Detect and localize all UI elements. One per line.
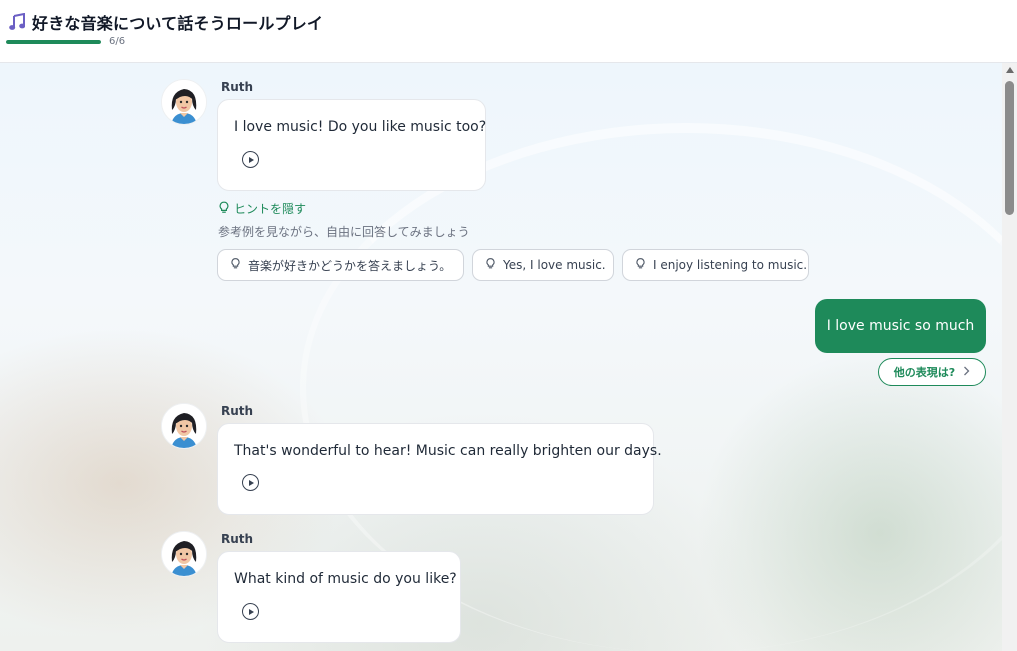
user-message-bubble: I love music so much — [815, 299, 986, 353]
hint-description: 参考例を見ながら、自由に回答してみましょう — [218, 225, 470, 239]
sender-name: Ruth — [221, 404, 254, 418]
scroll-thumb[interactable] — [1005, 81, 1014, 215]
play-audio-button[interactable] — [242, 474, 259, 491]
message-bubble: What kind of music do you like? — [217, 551, 461, 643]
chevron-right-icon — [963, 366, 970, 379]
lightbulb-icon — [230, 257, 241, 273]
ruth-avatar — [161, 531, 207, 577]
hide-hint-label: ヒントを隠す — [234, 202, 307, 216]
message-bubble: I love music! Do you like music too? — [217, 99, 486, 191]
play-audio-button[interactable] — [242, 151, 259, 168]
play-icon — [249, 479, 254, 486]
progress: 6/6 — [6, 36, 125, 47]
message-text: What kind of music do you like? — [234, 571, 457, 587]
message-text: That's wonderful to hear! Music can real… — [234, 443, 662, 459]
sender-name: Ruth — [221, 80, 254, 94]
sender-name: Ruth — [221, 532, 254, 546]
hint-chip[interactable]: I enjoy listening to music. — [622, 249, 809, 281]
hide-hint-toggle[interactable]: ヒントを隠す — [218, 200, 306, 217]
ruth-avatar — [161, 79, 207, 125]
lightbulb-icon — [485, 257, 496, 273]
hint-chip-label: Yes, I love music. — [503, 258, 606, 272]
chat-area[interactable]: Ruth I love music! Do you like music too… — [0, 63, 1002, 651]
title-row: 好きな音楽について話そうロールプレイ — [8, 10, 323, 34]
progress-bar-fill — [6, 39, 101, 44]
lightbulb-icon — [635, 257, 646, 273]
play-icon — [249, 156, 254, 163]
hint-chip[interactable]: Yes, I love music. — [472, 249, 614, 281]
hint-chip-label: 音楽が好きかどうかを答えましょう。 — [248, 258, 452, 273]
other-expressions-button[interactable]: 他の表現は? — [878, 358, 986, 386]
page-title: 好きな音楽について話そうロールプレイ — [32, 14, 324, 33]
progress-bar — [6, 39, 101, 44]
lightbulb-icon — [218, 201, 230, 217]
user-message-text: I love music so much — [826, 318, 975, 334]
play-audio-button[interactable] — [242, 603, 259, 620]
scroll-up-arrow-icon[interactable] — [1006, 67, 1014, 73]
message-bubble: That's wonderful to hear! Music can real… — [217, 423, 662, 515]
hint-chip[interactable]: 音楽が好きかどうかを答えましょう。 — [217, 249, 464, 281]
ruth-avatar — [161, 403, 207, 449]
chat-scrollbar[interactable] — [1002, 63, 1017, 651]
play-icon — [249, 608, 254, 615]
music-note-icon — [8, 12, 26, 32]
other-expressions-label: 他の表現は? — [893, 366, 956, 379]
message-text: I love music! Do you like music too? — [234, 119, 487, 135]
hint-chip-label: I enjoy listening to music. — [653, 258, 808, 272]
app-header: 好きな音楽について話そうロールプレイ 6/6 — [0, 0, 1017, 63]
progress-text: 6/6 — [109, 36, 126, 47]
